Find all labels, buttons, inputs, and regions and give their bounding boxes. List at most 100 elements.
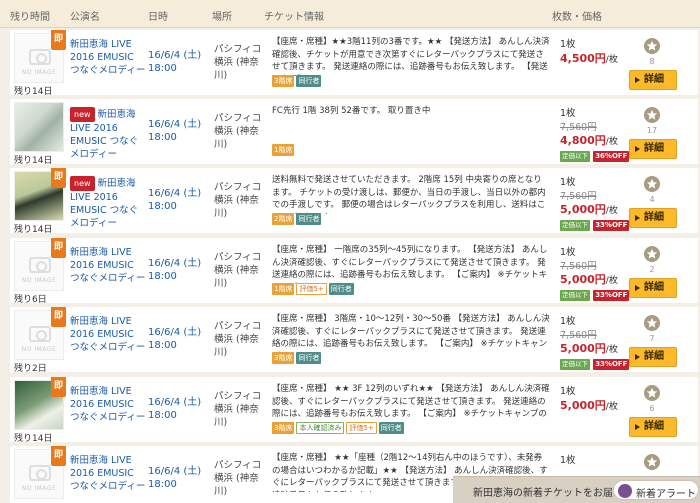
new-badge: new <box>70 107 95 122</box>
ticket-tags: 3階席 同行者 <box>272 75 550 89</box>
event-date: 16/6/4 (土) 18:00 <box>148 258 202 282</box>
ticket-tag: 3階席 <box>272 75 295 87</box>
listing-thumbnail-cell[interactable]: 即残り14日 <box>10 168 66 235</box>
price-block: 1枚 <box>560 454 636 468</box>
event-name: 新田恵海 LIVE 2016 EMUSIC つなぐメロディー <box>70 39 146 76</box>
original-price: 7,560円 <box>560 122 597 133</box>
detail-button[interactable]: 詳細 <box>629 417 677 437</box>
ticket-quantity: 1枚 <box>560 39 576 50</box>
listing-thumbnail-cell[interactable]: NO IMAGE 即残り14日 <box>10 30 66 97</box>
new-alert-button[interactable]: 新着アラート <box>613 480 699 500</box>
event-name-link[interactable]: 新田恵海 LIVE 2016 EMUSIC つなぐメロディー <box>70 246 146 285</box>
no-image-label: NO IMAGE <box>21 346 57 353</box>
event-venue: パシフィコ横浜 (神奈川) <box>214 460 262 497</box>
listing-row[interactable]: NO IMAGE 即残り14日 新田恵海 LIVE 2016 EMUSIC つなぐメ… <box>10 30 698 97</box>
ticket-tag: 同行者 <box>296 352 322 364</box>
event-date: 16/6/4 (土) 18:00 <box>148 188 202 212</box>
no-image-camera-icon <box>29 326 51 342</box>
listing-row[interactable]: 即残り14日 new 新田恵海 LIVE 2016 EMUSIC つなぐメロディー 1… <box>10 168 698 235</box>
favorite-count: 7 <box>649 334 655 343</box>
event-name: 新田恵海 LIVE 2016 EMUSIC つなぐメロディー <box>70 455 146 492</box>
event-venue: パシフィコ横浜 (神奈川) <box>214 44 262 81</box>
instant-badge: 即 <box>51 238 66 258</box>
listing-thumbnail-cell[interactable]: NO IMAGE 即残り2日 <box>10 307 66 374</box>
current-price: 4,800円/枚 <box>560 134 618 147</box>
ticket-tag: 1階席 <box>272 283 295 295</box>
ticket-info: 【座席・席種】 一階席の35列〜45列になります。 【発送方法】 あんしん決済確… <box>272 245 548 284</box>
ticket-quantity: 1枚 <box>560 386 576 397</box>
favorite-star-icon[interactable] <box>644 315 660 331</box>
event-name-link[interactable]: new 新田恵海 LIVE 2016 EMUSIC つなぐメロディー <box>70 107 146 161</box>
ticket-tag: 1階席 <box>272 144 295 156</box>
ticket-tag: 本人確認済み <box>296 422 345 434</box>
detail-button[interactable]: 詳細 <box>629 208 677 228</box>
detail-button[interactable]: 詳細 <box>629 278 677 298</box>
ticket-tag: 3階席 <box>272 422 295 434</box>
event-venue: パシフィコ横浜 (神奈川) <box>214 391 262 428</box>
remaining-days: 残り14日 <box>14 225 53 235</box>
listing-row[interactable]: NO IMAGE 即残り6日 新田恵海 LIVE 2016 EMUSIC つなぐメロ… <box>10 238 698 305</box>
event-name-link[interactable]: 新田恵海 LIVE 2016 EMUSIC つなぐメロディー <box>70 454 146 493</box>
header-event: 公演名 <box>70 12 100 23</box>
listing-row[interactable]: 残り14日 new 新田恵海 LIVE 2016 EMUSIC つなぐメロディー 16… <box>10 99 698 166</box>
ticket-tags: 2階席 同行者 <box>272 213 550 227</box>
favorite-star-icon[interactable] <box>644 176 660 192</box>
current-price: 5,000円/枚 <box>560 273 618 286</box>
no-image-label: NO IMAGE <box>21 277 57 284</box>
favorite-star-icon[interactable] <box>644 454 660 470</box>
listing-thumbnail-cell[interactable]: NO IMAGE 即残り6日 <box>10 238 66 305</box>
ticket-tag: 評価5+ <box>346 422 377 434</box>
price-block: 1枚 7,560円 5,000円/枚 定価以下 33%OFF <box>560 246 636 301</box>
below-list-price-badge: 定価以下 <box>560 220 590 231</box>
favorite-star-icon[interactable] <box>644 38 660 54</box>
favorite-star-icon[interactable] <box>644 107 660 123</box>
instant-badge: 即 <box>51 30 66 50</box>
new-ticket-alert-bar: 新田恵海の新着チケットをお届け 新着アラート <box>453 476 700 503</box>
ticket-quantity: 1枚 <box>560 177 576 188</box>
ticket-info: 【座席・席種】 3階席・10〜12列・30〜50番 【発送方法】 あんしん決済確… <box>272 314 550 353</box>
detail-button[interactable]: 詳細 <box>629 139 677 159</box>
price-block: 1枚 4,500円/枚 <box>560 38 636 67</box>
event-name-link[interactable]: 新田恵海 LIVE 2016 EMUSIC つなぐメロディー <box>70 38 146 77</box>
detail-button[interactable]: 詳細 <box>629 70 677 90</box>
event-date: 16/6/4 (土) 18:00 <box>148 466 202 490</box>
below-list-price-badge: 定価以下 <box>560 359 590 370</box>
favorite-star-icon[interactable] <box>644 246 660 262</box>
ticket-tag: 2階席 <box>272 213 295 225</box>
event-venue: パシフィコ横浜 (神奈川) <box>214 321 262 358</box>
ticket-info: FC先行 1階 38列 52番です。 取り置き中 <box>272 106 431 116</box>
table-header: 残り時間 公演名 日時 場所 チケット情報 枚数・価格 <box>0 0 700 28</box>
current-price: 5,000円/枚 <box>560 399 618 412</box>
below-list-price-badge: 定価以下 <box>560 151 590 162</box>
event-name-link[interactable]: 新田恵海 LIVE 2016 EMUSIC つなぐメロディー <box>70 315 146 354</box>
listing-thumbnail-cell[interactable]: 即残り14日 <box>10 377 66 444</box>
header-venue: 場所 <box>212 12 232 23</box>
ticket-quantity: 1枚 <box>560 108 576 119</box>
ticket-info: 送料無料で発送させていただきます。 2階席 15列 中央寄りの席となります。 チ… <box>272 175 546 214</box>
ticket-quantity: 1枚 <box>560 316 576 327</box>
event-name-link[interactable]: 新田恵海 LIVE 2016 EMUSIC つなぐメロディー <box>70 385 146 424</box>
instant-badge: 即 <box>51 168 66 188</box>
detail-button[interactable]: 詳細 <box>629 347 677 367</box>
discount-badges: 定価以下 33%OFF <box>560 358 636 370</box>
remaining-days: 残り14日 <box>14 87 53 97</box>
listing-thumbnail-cell[interactable]: 残り14日 <box>10 99 66 166</box>
favorite-star-icon[interactable] <box>644 385 660 401</box>
listing-thumbnail-cell[interactable]: NO IMAGE 即 <box>10 446 66 503</box>
discount-percent-badge: 36%OFF <box>593 151 630 162</box>
event-date: 16/6/4 (土) 18:00 <box>148 50 202 74</box>
listing-row[interactable]: 即残り14日 新田恵海 LIVE 2016 EMUSIC つなぐメロディー 16/6… <box>10 377 698 444</box>
instant-badge: 即 <box>51 307 66 327</box>
listing-thumbnail[interactable] <box>14 102 64 152</box>
header-price: 枚数・価格 <box>552 12 602 23</box>
new-badge: new <box>70 176 95 191</box>
mail-icon <box>618 484 632 498</box>
listing-row[interactable]: NO IMAGE 即残り2日 新田恵海 LIVE 2016 EMUSIC つなぐメロ… <box>10 307 698 374</box>
ticket-tags: 3階席 本人確認済み 評価5+ 同行者 <box>272 422 550 436</box>
current-price: 4,500円/枚 <box>560 52 618 65</box>
remaining-days: 残り2日 <box>14 364 47 374</box>
no-image-label: NO IMAGE <box>21 69 57 76</box>
remaining-days: 残り14日 <box>14 434 53 444</box>
event-name-link[interactable]: new 新田恵海 LIVE 2016 EMUSIC つなぐメロディー <box>70 176 146 230</box>
current-price: 5,000円/枚 <box>560 342 618 355</box>
